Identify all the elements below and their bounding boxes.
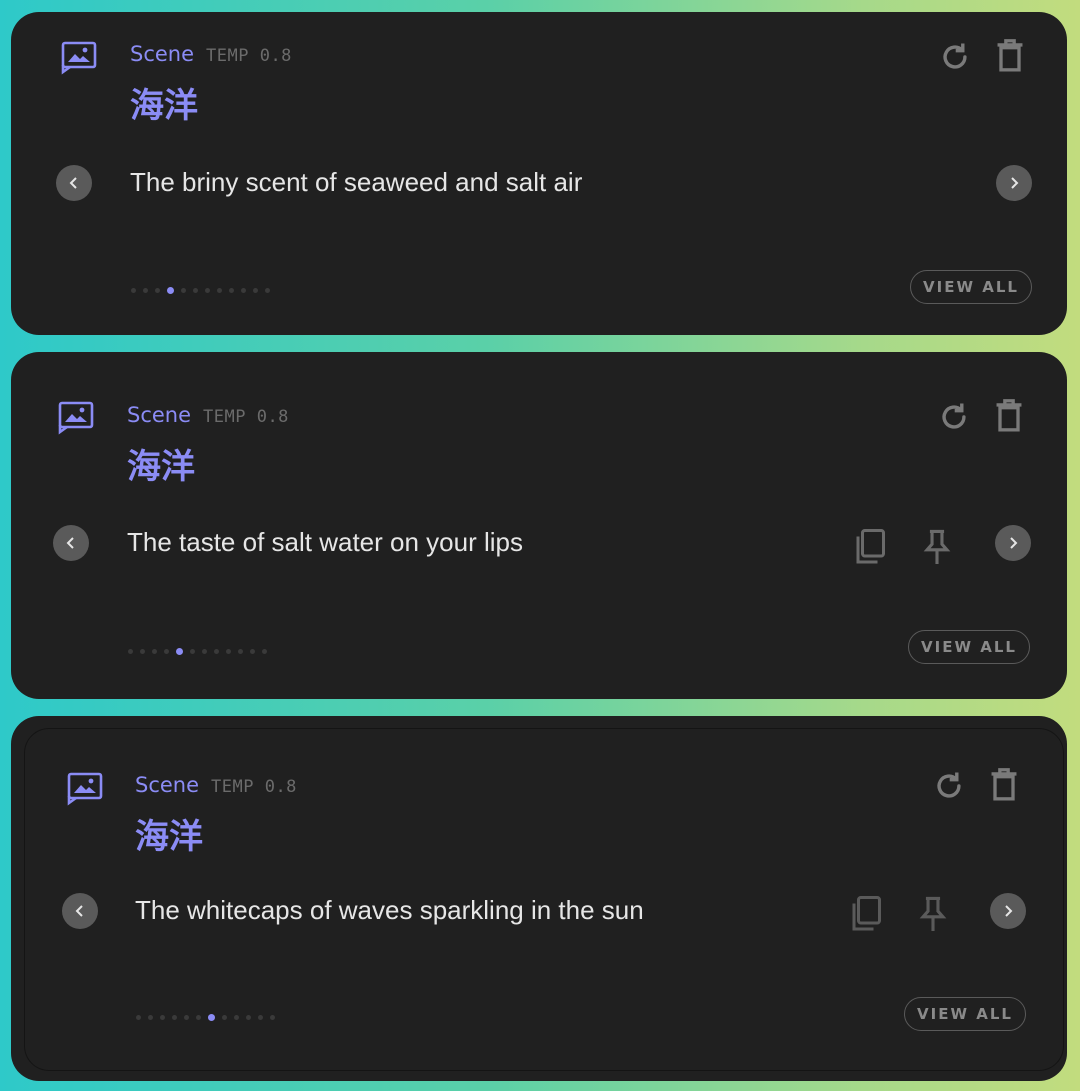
chevron-left-icon: [69, 177, 77, 189]
suggestion-text: The taste of salt water on your lips: [127, 527, 523, 557]
chevron-right-icon: [1010, 537, 1018, 549]
copy-icon[interactable]: [848, 894, 884, 934]
scene-label: Scene: [135, 773, 200, 797]
next-button[interactable]: [990, 893, 1026, 929]
view-all-button[interactable]: VIEW ALL: [904, 997, 1026, 1031]
page-dot[interactable]: [241, 288, 246, 293]
chevron-right-icon: [1011, 177, 1019, 189]
page-dot[interactable]: [164, 649, 169, 654]
page-dot[interactable]: [217, 288, 222, 293]
view-all-button[interactable]: VIEW ALL: [908, 630, 1030, 664]
chevron-left-icon: [66, 537, 74, 549]
pagination-dots: [128, 648, 267, 655]
image-icon: [57, 399, 95, 435]
prev-button[interactable]: [56, 165, 92, 201]
prev-button[interactable]: [53, 525, 89, 561]
page-dot[interactable]: [184, 1015, 189, 1020]
temp-label: TEMP 0.8: [211, 777, 297, 797]
page-dot[interactable]: [265, 288, 270, 293]
page-dot[interactable]: [128, 649, 133, 654]
page-dot-active[interactable]: [208, 1014, 215, 1021]
page-dot[interactable]: [190, 649, 195, 654]
trash-icon[interactable]: [987, 767, 1021, 803]
page-dot-active[interactable]: [167, 287, 174, 294]
page-dot[interactable]: [258, 1015, 263, 1020]
chevron-right-icon: [1005, 905, 1013, 917]
scene-card: Scene TEMP 0.8 海洋 The briny scent of sea…: [11, 12, 1067, 335]
refresh-icon[interactable]: [937, 400, 971, 434]
page-dot[interactable]: [214, 649, 219, 654]
refresh-icon[interactable]: [938, 40, 972, 74]
page-dot[interactable]: [253, 288, 258, 293]
scene-label: Scene: [130, 42, 195, 66]
page-dot[interactable]: [229, 288, 234, 293]
prev-button[interactable]: [62, 893, 98, 929]
card-title: 海洋: [127, 447, 195, 487]
suggestion-text: The whitecaps of waves sparkling in the …: [135, 895, 644, 925]
page-dot[interactable]: [196, 1015, 201, 1020]
view-all-button[interactable]: VIEW ALL: [910, 270, 1032, 304]
page-dot[interactable]: [143, 288, 148, 293]
page-dot[interactable]: [160, 1015, 165, 1020]
temp-label: TEMP 0.8: [203, 407, 289, 427]
pagination-dots: [131, 287, 270, 294]
trash-icon[interactable]: [993, 38, 1027, 74]
page-dot[interactable]: [238, 649, 243, 654]
pin-icon[interactable]: [916, 894, 950, 934]
page-dot-active[interactable]: [176, 648, 183, 655]
page-dot[interactable]: [155, 288, 160, 293]
page-dot[interactable]: [172, 1015, 177, 1020]
page-dot[interactable]: [193, 288, 198, 293]
scene-card: Scene TEMP 0.8 海洋 The taste of salt wate…: [11, 352, 1067, 699]
pagination-dots: [136, 1014, 275, 1021]
page-dot[interactable]: [270, 1015, 275, 1020]
page-dot[interactable]: [222, 1015, 227, 1020]
next-button[interactable]: [996, 165, 1032, 201]
page-dot[interactable]: [181, 288, 186, 293]
copy-icon[interactable]: [852, 527, 888, 567]
page-dot[interactable]: [205, 288, 210, 293]
card-title: 海洋: [130, 86, 198, 126]
page-dot[interactable]: [246, 1015, 251, 1020]
suggestion-text: The briny scent of seaweed and salt air: [130, 167, 583, 197]
scene-card: Scene TEMP 0.8 海洋 The whitecaps of waves…: [11, 716, 1067, 1081]
temp-label: TEMP 0.8: [206, 46, 292, 66]
pin-icon[interactable]: [920, 527, 954, 567]
page-dot[interactable]: [131, 288, 136, 293]
page-dot[interactable]: [152, 649, 157, 654]
chevron-left-icon: [75, 905, 83, 917]
page-dot[interactable]: [136, 1015, 141, 1020]
scene-label: Scene: [127, 403, 192, 427]
card-title: 海洋: [135, 817, 203, 857]
page-dot[interactable]: [250, 649, 255, 654]
trash-icon[interactable]: [992, 398, 1026, 434]
page-dot[interactable]: [234, 1015, 239, 1020]
next-button[interactable]: [995, 525, 1031, 561]
image-icon: [66, 770, 104, 806]
page-dot[interactable]: [140, 649, 145, 654]
page-dot[interactable]: [262, 649, 267, 654]
image-icon: [60, 39, 98, 75]
refresh-icon[interactable]: [932, 769, 966, 803]
page-dot[interactable]: [202, 649, 207, 654]
page-dot[interactable]: [226, 649, 231, 654]
page-dot[interactable]: [148, 1015, 153, 1020]
